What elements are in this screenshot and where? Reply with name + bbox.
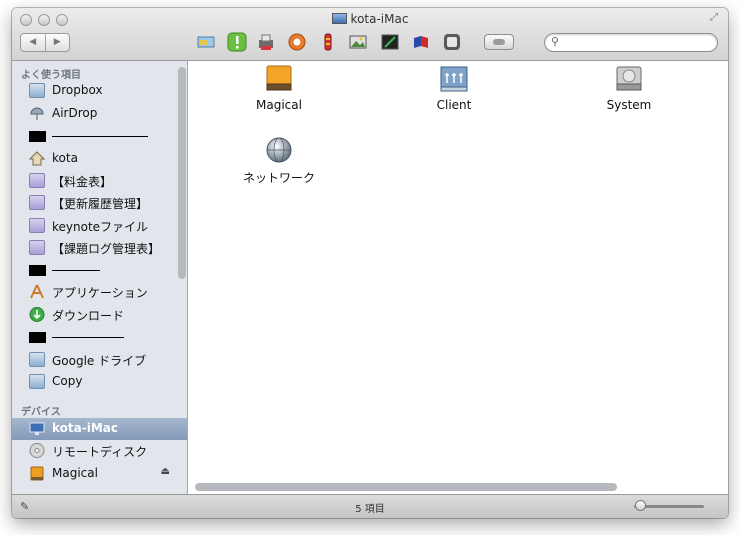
content-item-system[interactable]: System [569,65,689,112]
downloads-icon [29,307,45,322]
sidebar-item-magical[interactable]: Magical ⏏ [12,463,176,485]
favorites-header: よく使う項目 [21,70,81,81]
square-app-icon[interactable] [442,32,462,52]
external-drive-icon [264,65,294,93]
sidebar-item-update-history[interactable]: 【更新履歴管理】 [12,192,176,214]
imac-icon [29,421,45,436]
sidebar-item-dropbox[interactable]: Dropbox [12,80,176,102]
content-item-client[interactable]: Client [394,65,514,112]
network-server-icon [439,65,469,93]
redacted-icon [29,332,46,343]
content-item-magical[interactable]: Magical [219,65,339,112]
sidebar-item-redacted[interactable] [12,125,176,147]
window-title: kota-iMac [12,12,728,26]
hard-disk-icon [614,65,644,93]
content-item-network[interactable]: ネットワーク [219,136,339,186]
fullscreen-icon[interactable]: ⤢ [710,12,722,24]
photo-app-icon[interactable] [348,32,368,52]
sidebar-item-label: Copy [52,374,83,388]
magnifier-icon: ⚲ [551,35,560,48]
imac-icon [331,13,347,24]
sidebar-item-label: リモートディスク [52,445,148,459]
back-forward-control: ◀ ▶ [20,33,70,52]
terminal-app-icon[interactable] [380,32,400,52]
sidebar-item-kota[interactable]: kota [12,148,176,170]
dropbox-folder-icon [29,83,45,98]
lifebuoy-app-icon[interactable] [287,32,307,52]
sidebar-item-applications[interactable]: アプリケーション [12,281,176,303]
redacted-line [52,136,148,137]
folder-icon [29,374,45,389]
folder-icon [29,240,45,255]
redacted-line [52,270,100,271]
back-button[interactable]: ◀ [21,34,46,51]
window-title-text: kota-iMac [350,12,409,26]
content-area: Magical Client System ネットワーク [189,61,728,494]
folder-icon [29,195,45,210]
sidebar-item-label: Dropbox [52,83,103,97]
content-item-label: Magical [256,98,302,112]
sidebar-item-downloads[interactable]: ダウンロード [12,304,176,326]
sidebar-item-label: ダウンロード [52,309,125,323]
remote-disc-icon [29,443,45,458]
search-field[interactable]: ⚲ [544,33,718,52]
flag-app-icon[interactable] [411,32,431,52]
forward-button[interactable]: ▶ [46,34,70,51]
sidebar: よく使う項目 Dropbox AirDrop kota 【料金表】 【更新履歴管… [12,61,188,494]
sidebar-item-label: keynoteファイル [52,220,149,234]
sidebar-item-google-drive[interactable]: Google ドライブ [12,349,176,371]
sidebar-item-airdrop[interactable]: AirDrop [12,103,176,125]
redacted-icon [29,131,46,142]
sidebar-item-label: アプリケーション [52,286,148,300]
applications-icon [29,284,45,299]
sidebar-item-redacted[interactable] [12,326,176,348]
sidebar-item-issue-log[interactable]: 【課題ログ管理表】 [12,237,176,259]
eject-icon[interactable]: ⏏ [161,466,170,477]
icon-size-slider-knob[interactable] [635,500,646,511]
sidebar-item-copy[interactable]: Copy [12,371,176,393]
content-item-label: Client [436,98,472,112]
sidebar-item-label: 【課題ログ管理表】 [52,242,161,256]
title-bar: kota-iMac ⤢ ◀ ▶ ⚲ [12,8,728,61]
content-item-label: System [606,98,652,112]
status-bar: ✎ 5 項目 [12,494,728,518]
finder-window: kota-iMac ⤢ ◀ ▶ ⚲ よく使う項目 Dropbox AirDrop… [12,8,728,518]
sidebar-item-label: kota-iMac [52,421,118,435]
toggle-sidebar-button[interactable] [484,34,514,50]
folder-icon [29,352,45,367]
sidebar-item-label: AirDrop [52,106,98,120]
sidebar-item-label: 【料金表】 [52,175,113,189]
airdrop-icon [29,106,45,121]
redacted-line [52,337,124,338]
sidebar-item-remote-disc[interactable]: リモートディスク [12,440,176,462]
item-count: 5 項目 [355,504,385,515]
preview-app-icon[interactable] [196,32,216,52]
exclamation-app-icon[interactable] [227,32,247,52]
content-item-label: ネットワーク [242,171,315,185]
sidebar-item-kota-imac[interactable]: kota-iMac [12,418,187,440]
folder-icon [29,173,45,188]
home-icon [28,151,46,166]
redacted-icon [29,265,46,276]
search-input[interactable] [567,35,707,50]
drive-icon [29,466,45,481]
sidebar-item-label: kota [52,151,78,165]
sidebar-item-label: 【更新履歴管理】 [52,197,149,211]
tools-app-icon[interactable] [318,32,338,52]
sidebar-item-label: Magical [52,466,98,480]
folder-icon [29,218,45,233]
network-globe-icon [264,136,294,164]
sidebar-item-keynote[interactable]: keynoteファイル [12,215,176,237]
sidebar-scrollbar[interactable] [178,67,186,279]
sidebar-item-price-list[interactable]: 【料金表】 [12,170,176,192]
printer-app-icon[interactable] [256,32,276,52]
sidebar-item-label: Google ドライブ [52,354,147,368]
content-horizontal-scrollbar[interactable] [195,483,617,491]
sidebar-item-redacted[interactable] [12,259,176,281]
devices-header: デバイス [21,407,61,418]
